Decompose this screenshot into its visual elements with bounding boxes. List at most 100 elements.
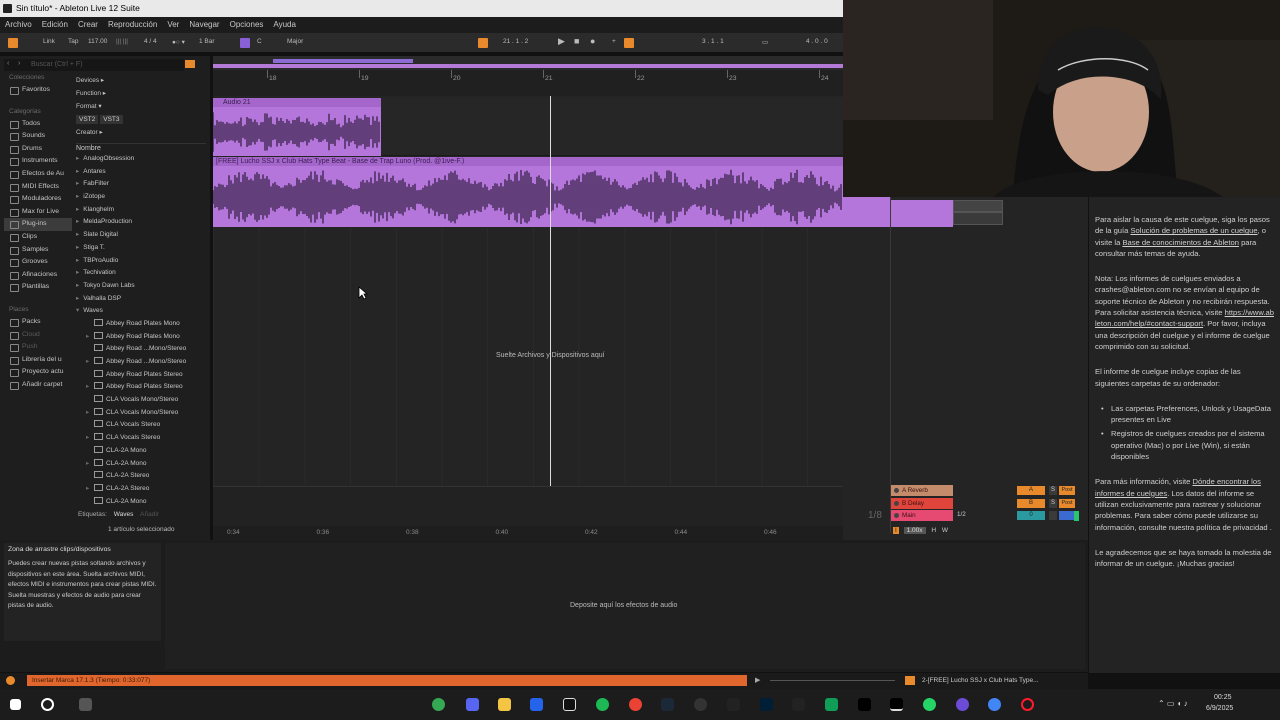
- menu-opciones[interactable]: Opciones: [225, 17, 269, 32]
- folder-item[interactable]: ▸ Antares: [76, 166, 208, 179]
- app-x-icon[interactable]: [792, 698, 805, 711]
- post-button[interactable]: Post: [1059, 498, 1075, 508]
- post-button[interactable]: Post: [1059, 486, 1075, 495]
- filter-format[interactable]: Format ▾: [76, 100, 206, 113]
- sidebar-item-tunings[interactable]: Afinaciones: [4, 269, 72, 282]
- post-button[interactable]: [1059, 511, 1075, 520]
- chrome-3-icon[interactable]: [988, 698, 1001, 711]
- plugin-item[interactable]: CLA Vocals Stereo: [76, 419, 208, 432]
- ableton-icon[interactable]: [858, 698, 871, 711]
- link-button[interactable]: Link: [43, 38, 55, 45]
- folder-item[interactable]: ▸ FabFilter: [76, 178, 208, 191]
- play-button[interactable]: ▶: [558, 36, 565, 47]
- ableton-active-icon[interactable]: [890, 698, 903, 711]
- follow-icon[interactable]: I: [893, 527, 899, 534]
- beat-ruler[interactable]: 18 19 20 21 22 23 24: [213, 70, 843, 96]
- chrome-icon[interactable]: [432, 698, 445, 711]
- file-explorer-icon[interactable]: [498, 698, 511, 711]
- discord-icon[interactable]: [466, 698, 479, 711]
- speed-field[interactable]: 1.00x: [903, 527, 926, 534]
- arrangement-record-icon[interactable]: [478, 38, 488, 48]
- time-ruler[interactable]: 0:340:360:380:400:420:440:460:48: [213, 526, 866, 540]
- tags-value[interactable]: Waves: [114, 511, 134, 518]
- record-button[interactable]: ●: [590, 36, 595, 46]
- help-link-knowledge-base[interactable]: Base de conocimientos de Ableton: [1122, 238, 1239, 247]
- menu-ayuda[interactable]: Ayuda: [268, 17, 301, 32]
- folder-item[interactable]: ▸ Valhalla DSP: [76, 293, 208, 306]
- photoshop-icon[interactable]: [760, 698, 773, 711]
- drive-icon[interactable]: [825, 698, 838, 711]
- clock-date[interactable]: 6/9/2025: [1206, 705, 1233, 712]
- folder-item[interactable]: ▸ MeldaProduction: [76, 216, 208, 229]
- return-track-row[interactable]: Main 0: [891, 510, 1081, 521]
- h-button[interactable]: H: [931, 527, 936, 534]
- sidebar-item-drums[interactable]: Drums: [4, 143, 72, 156]
- chrome-2-icon[interactable]: [629, 698, 642, 711]
- overview-bar[interactable]: [213, 56, 843, 70]
- metronome-icon[interactable]: ●○ ▾: [172, 38, 185, 46]
- plugin-item[interactable]: ▸ CLA-2A Stereo: [76, 483, 208, 496]
- sidebar-item-grooves[interactable]: Grooves: [4, 256, 72, 269]
- menu-reproduccion[interactable]: Reproducción: [103, 17, 162, 32]
- sidebar-item-cloud[interactable]: Cloud: [4, 329, 72, 342]
- device-drop-area[interactable]: Deposite aquí los efectos de audio: [165, 543, 1085, 669]
- main-ratio[interactable]: 1/2: [957, 511, 966, 518]
- plugin-item[interactable]: ▸ Abbey Road Plates Mono: [76, 331, 208, 344]
- sidebar-item-instruments[interactable]: Instruments: [4, 155, 72, 168]
- status-play-icon[interactable]: ▶: [755, 676, 760, 684]
- opera-icon[interactable]: [1021, 698, 1034, 711]
- track-activator-icon[interactable]: [894, 488, 899, 493]
- time-signature[interactable]: 4 / 4: [144, 38, 157, 45]
- tiktok-icon[interactable]: [563, 698, 576, 711]
- forward-icon[interactable]: ›: [18, 60, 20, 67]
- filter-creator[interactable]: Creator ▸: [76, 126, 206, 139]
- track-lucho[interactable]: [FREE] Lucho SSJ x Club Hats Type Beat -…: [213, 157, 843, 227]
- menu-ver[interactable]: Ver: [162, 17, 184, 32]
- tags-add[interactable]: Añadir: [140, 511, 159, 518]
- sidebar-item-push[interactable]: Push: [4, 341, 72, 354]
- plugin-item[interactable]: ▸ CLA-2A Mono: [76, 458, 208, 471]
- sidebar-item-plugins[interactable]: Plug-ins: [4, 218, 72, 231]
- track-activator-icon[interactable]: [894, 513, 899, 518]
- return-track-name[interactable]: Main: [891, 510, 953, 521]
- plugin-item[interactable]: ▸ CLA Vocals Mono/Stereo: [76, 407, 208, 420]
- automation-arm-icon[interactable]: [624, 38, 634, 48]
- loop-start[interactable]: 3 . 1 . 1: [702, 38, 724, 45]
- track-activator-icon[interactable]: [894, 500, 899, 506]
- plugin-item[interactable]: ▸ Abbey Road ...Mono/Stereo: [76, 356, 208, 369]
- tag-vst2[interactable]: VST2: [76, 115, 99, 124]
- drop-area[interactable]: Suelte Archivos y Dispositivos aquí: [213, 228, 843, 488]
- track-slot-2[interactable]: [953, 212, 1003, 225]
- plugin-item[interactable]: Abbey Road Plates Mono: [76, 318, 208, 331]
- app-circle-icon[interactable]: [956, 698, 969, 711]
- tempo-field[interactable]: 117.00: [88, 38, 107, 45]
- overdub-icon[interactable]: +: [612, 38, 616, 45]
- solo-button[interactable]: [1049, 511, 1057, 520]
- sidebar-item-sounds[interactable]: Sounds: [4, 130, 72, 143]
- plugin-item[interactable]: CLA-2A Mono: [76, 496, 208, 509]
- plugin-item[interactable]: Abbey Road ...Mono/Stereo: [76, 343, 208, 356]
- search-input[interactable]: Buscar (Ctrl + F): [31, 61, 83, 68]
- sidebar-item-favoritos[interactable]: Favoritos: [4, 84, 72, 97]
- menu-crear[interactable]: Crear: [73, 17, 103, 32]
- w-button[interactable]: W: [942, 527, 948, 534]
- plugin-item[interactable]: CLA Vocals Mono/Stereo: [76, 394, 208, 407]
- return-track-name[interactable]: A Reverb: [891, 485, 953, 496]
- solo-button[interactable]: S: [1049, 498, 1057, 508]
- folder-item[interactable]: ▸ Techivation: [76, 267, 208, 280]
- return-track-row[interactable]: B Delay B S Post: [891, 497, 1081, 509]
- menu-archivo[interactable]: Archivo: [0, 17, 37, 32]
- browser-toggle-icon[interactable]: [8, 38, 18, 48]
- solo-button[interactable]: S: [1049, 486, 1057, 495]
- plugin-item[interactable]: CLA-2A Stereo: [76, 470, 208, 483]
- spotify-icon[interactable]: [596, 698, 609, 711]
- sidebar-item-add-folder[interactable]: Añadir carpet: [4, 379, 72, 392]
- track-slot-1[interactable]: [953, 200, 1003, 212]
- sidebar-item-user-library[interactable]: Librería del u: [4, 354, 72, 367]
- stop-button[interactable]: ■: [574, 36, 579, 46]
- sidebar-item-max-for-live[interactable]: Max for Live: [4, 206, 72, 219]
- folder-item[interactable]: ▸ iZotope: [76, 191, 208, 204]
- filter-function[interactable]: Function ▸: [76, 87, 206, 100]
- plugin-item[interactable]: ▸ CLA Vocals Stereo: [76, 432, 208, 445]
- folder-item[interactable]: ▾ Waves: [76, 305, 208, 318]
